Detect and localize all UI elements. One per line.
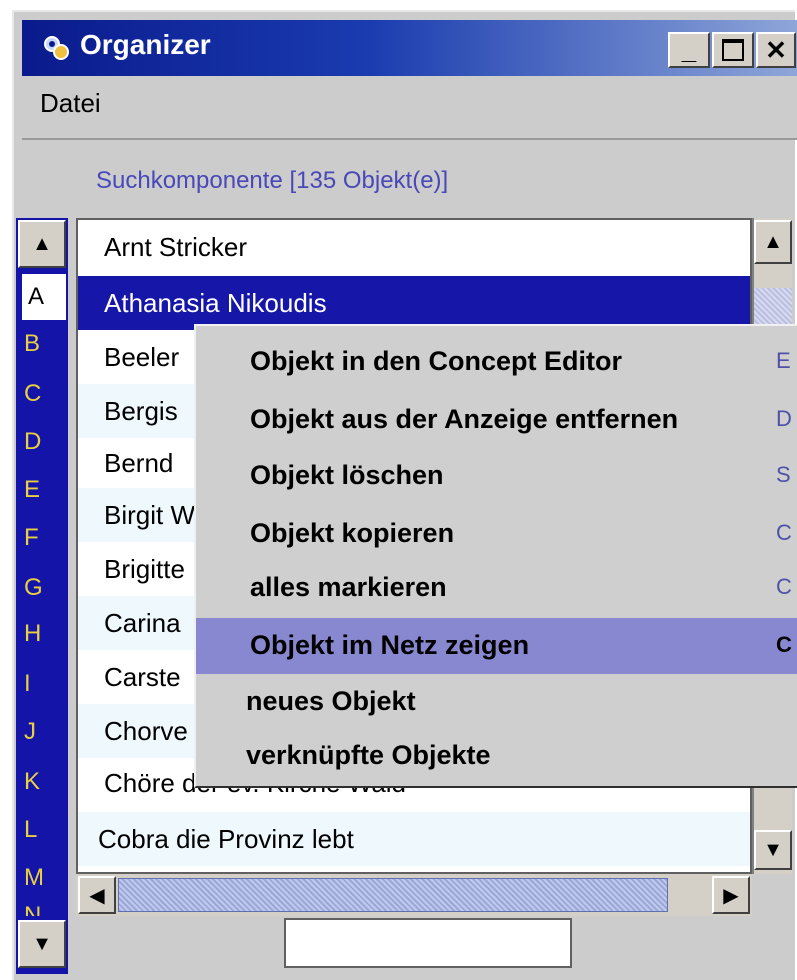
letter-d[interactable]: D	[24, 428, 41, 456]
ctx-item-remove-from-view[interactable]: Objekt aus der Anzeige entfernen D	[196, 392, 797, 448]
letter-h[interactable]: H	[24, 620, 41, 648]
horizontal-scroll-thumb[interactable]	[118, 878, 668, 912]
ctx-item-linked-objects[interactable]: verknüpfte Objekte	[196, 728, 797, 784]
ctx-label: Objekt in den Concept Editor	[250, 346, 623, 376]
scroll-left-button[interactable]: ◀	[78, 876, 116, 914]
search-component-label: Suchkomponente [135 Objekt(e)]	[96, 167, 449, 194]
close-button[interactable]: ✕	[756, 32, 796, 68]
ctx-shortcut: C	[776, 574, 792, 599]
ctx-item-show-in-net[interactable]: Objekt im Netz zeigen C	[196, 618, 797, 674]
ctx-shortcut: E	[776, 348, 791, 373]
window-title: Organizer	[80, 29, 211, 60]
context-menu: Objekt in den Concept Editor E Objekt au…	[194, 324, 797, 788]
maximize-button[interactable]	[712, 32, 754, 68]
letter-a[interactable]: A	[22, 274, 66, 320]
list-item-selected[interactable]: Athanasia Nikoudis	[78, 276, 750, 330]
letter-g[interactable]: G	[24, 574, 43, 602]
title-bar[interactable]: Organizer _ ✕	[22, 20, 797, 76]
arrow-up-icon: ▲	[32, 232, 52, 255]
letter-i[interactable]: I	[24, 670, 31, 698]
letter-m[interactable]: M	[24, 864, 44, 892]
letter-n[interactable]: N	[24, 902, 41, 916]
letter-j[interactable]: J	[24, 718, 36, 746]
alphabet-index: ▲ A B C D E F G H I J K L M N ▼	[16, 218, 68, 974]
maximize-icon	[722, 39, 744, 61]
arrow-down-icon: ▼	[32, 932, 52, 955]
ctx-label: verknüpfte Objekte	[246, 740, 491, 770]
app-icon	[44, 36, 69, 60]
letter-b[interactable]: B	[24, 330, 40, 358]
letter-f[interactable]: F	[24, 524, 39, 552]
ctx-label: Objekt im Netz zeigen	[250, 630, 530, 660]
ctx-label: Objekt aus der Anzeige entfernen	[250, 404, 679, 434]
letter-e[interactable]: E	[24, 476, 40, 504]
ctx-label: neues Objekt	[246, 686, 416, 716]
list-item[interactable]: Arnt Stricker	[78, 220, 750, 274]
ctx-item-new-object[interactable]: neues Objekt	[196, 674, 797, 730]
menu-datei[interactable]: Datei	[40, 88, 101, 119]
scroll-down-button[interactable]: ▼	[754, 830, 792, 870]
minimize-icon: _	[681, 34, 697, 65]
ctx-item-concept-editor[interactable]: Objekt in den Concept Editor E	[196, 334, 797, 390]
minimize-button[interactable]: _	[668, 32, 710, 68]
ctx-item-select-all[interactable]: alles markieren C	[196, 560, 797, 616]
ctx-label: alles markieren	[250, 572, 447, 602]
status-input[interactable]	[284, 918, 572, 968]
ctx-shortcut: S	[776, 462, 791, 487]
ctx-shortcut: D	[776, 406, 792, 431]
ctx-shortcut: C	[776, 520, 792, 545]
alphabet-down-button[interactable]: ▼	[18, 920, 66, 968]
ctx-label: Objekt löschen	[250, 460, 444, 490]
ctx-item-delete[interactable]: Objekt löschen S	[196, 448, 797, 504]
alphabet-up-button[interactable]: ▲	[18, 220, 66, 268]
menu-bar: Datei	[22, 76, 797, 140]
ctx-item-copy[interactable]: Objekt kopieren C	[196, 506, 797, 562]
close-icon: ✕	[765, 34, 787, 65]
arrow-right-icon: ▶	[723, 884, 739, 907]
letter-c[interactable]: C	[24, 380, 41, 408]
arrow-left-icon: ◀	[89, 884, 105, 907]
ctx-shortcut: C	[776, 632, 792, 657]
ctx-label: Objekt kopieren	[250, 518, 455, 548]
horizontal-scrollbar[interactable]: ◀ ▶	[76, 874, 752, 916]
arrow-up-icon: ▲	[763, 230, 783, 253]
list-item[interactable]: Cobra die Provinz lebt	[78, 812, 750, 866]
letter-l[interactable]: L	[24, 816, 37, 844]
arrow-down-icon: ▼	[763, 838, 783, 861]
letter-k[interactable]: K	[24, 768, 40, 796]
scroll-up-button[interactable]: ▲	[754, 220, 792, 264]
scroll-right-button[interactable]: ▶	[712, 876, 750, 914]
